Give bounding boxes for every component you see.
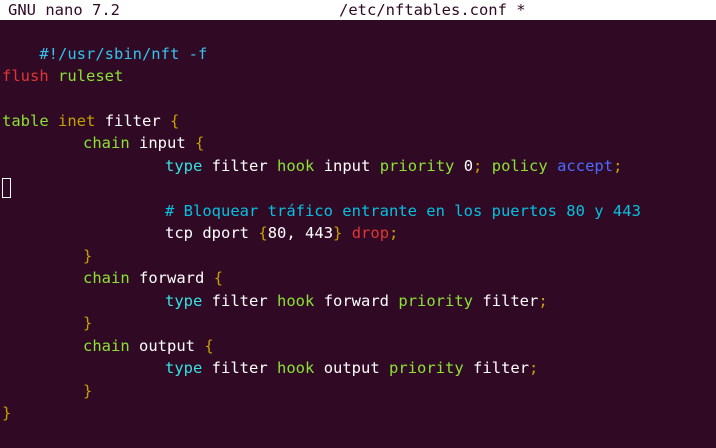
keyword-flush: flush bbox=[2, 67, 49, 85]
code-line-16: type filter hook output priority filter; bbox=[2, 357, 538, 379]
keyword-priority: priority bbox=[398, 292, 474, 310]
keyword-type: type bbox=[165, 157, 203, 175]
semicolon: ; bbox=[538, 292, 548, 310]
type-filter: filter bbox=[211, 157, 268, 175]
port-list: 80, 443 bbox=[267, 224, 334, 242]
keyword-dport: dport bbox=[202, 224, 250, 242]
keyword-priority: priority bbox=[379, 157, 455, 175]
code-line-1: #!/usr/sbin/nft -f bbox=[2, 21, 207, 63]
keyword-table: table bbox=[2, 112, 49, 130]
shebang: #!/usr/sbin/nft -f bbox=[39, 45, 208, 63]
chain-name-input: input bbox=[139, 134, 186, 152]
keyword-chain: chain bbox=[83, 337, 130, 355]
code-line-12: chain forward { bbox=[2, 267, 223, 289]
type-filter: filter bbox=[211, 359, 268, 377]
keyword-type: type bbox=[165, 359, 203, 377]
brace-open: { bbox=[195, 134, 205, 152]
chain-name-forward: forward bbox=[139, 269, 205, 287]
keyword-priority: priority bbox=[389, 359, 464, 377]
keyword-inet: inet bbox=[58, 112, 96, 130]
keyword-hook: hook bbox=[277, 157, 315, 175]
brace-close: } bbox=[83, 382, 93, 400]
code-line-13: type filter hook forward priority filter… bbox=[2, 290, 548, 312]
keyword-hook: hook bbox=[277, 359, 315, 377]
keyword-policy: policy bbox=[491, 157, 548, 175]
code-line-10: tcp dport {80, 443} drop; bbox=[2, 222, 398, 244]
priority-value: 0 bbox=[463, 157, 474, 175]
code-line-15: chain output { bbox=[2, 335, 214, 357]
nano-title-bar: GNU nano 7.2 /etc/nftables.conf * bbox=[0, 0, 716, 20]
keyword-drop: drop bbox=[351, 224, 390, 242]
text-cursor bbox=[2, 178, 11, 198]
keyword-hook: hook bbox=[277, 292, 315, 310]
type-filter: filter bbox=[211, 292, 268, 310]
brace-open: { bbox=[170, 112, 180, 130]
brace-open: { bbox=[213, 269, 224, 287]
keyword-type: type bbox=[165, 292, 203, 310]
chain-name-output: output bbox=[139, 337, 196, 355]
hook-output: output bbox=[323, 359, 380, 377]
hook-input: input bbox=[323, 157, 371, 175]
editor-area[interactable]: #!/usr/sbin/nft -f flush ruleset table i… bbox=[0, 20, 716, 448]
code-line-6: chain input { bbox=[2, 132, 204, 154]
brace-open: { bbox=[258, 224, 268, 242]
brace-close: } bbox=[333, 224, 343, 242]
app-name: GNU nano 7.2 bbox=[8, 1, 120, 19]
comment: # Bloquear tráfico entrante en los puert… bbox=[165, 202, 641, 220]
brace-close: } bbox=[83, 314, 93, 332]
keyword-chain: chain bbox=[83, 269, 130, 287]
brace-open: { bbox=[204, 337, 214, 355]
keyword-ruleset: ruleset bbox=[58, 67, 124, 85]
code-line-9: # Bloquear tráfico entrante en los puert… bbox=[2, 200, 641, 222]
code-line-5: table inet filter { bbox=[2, 110, 179, 132]
code-line-11: } bbox=[2, 245, 92, 267]
keyword-accept: accept bbox=[557, 157, 614, 175]
keyword-chain: chain bbox=[83, 134, 130, 152]
semicolon: ; bbox=[613, 157, 623, 175]
code-line-18: } bbox=[2, 402, 11, 424]
brace-close: } bbox=[83, 247, 93, 265]
semicolon: ; bbox=[529, 359, 539, 377]
priority-filter: filter bbox=[473, 359, 530, 377]
file-name: /etc/nftables.conf * bbox=[339, 1, 526, 19]
code-line-7: type filter hook input priority 0; polic… bbox=[2, 155, 622, 177]
hook-forward: forward bbox=[323, 292, 390, 310]
keyword-tcp: tcp bbox=[165, 224, 193, 242]
priority-filter: filter bbox=[482, 292, 539, 310]
semicolon: ; bbox=[389, 224, 399, 242]
semicolon: ; bbox=[473, 157, 483, 175]
brace-close: } bbox=[2, 404, 12, 422]
code-line-17: } bbox=[2, 380, 92, 402]
code-line-3: flush ruleset bbox=[2, 65, 123, 87]
table-name: filter bbox=[104, 112, 161, 130]
code-line-14: } bbox=[2, 312, 92, 334]
